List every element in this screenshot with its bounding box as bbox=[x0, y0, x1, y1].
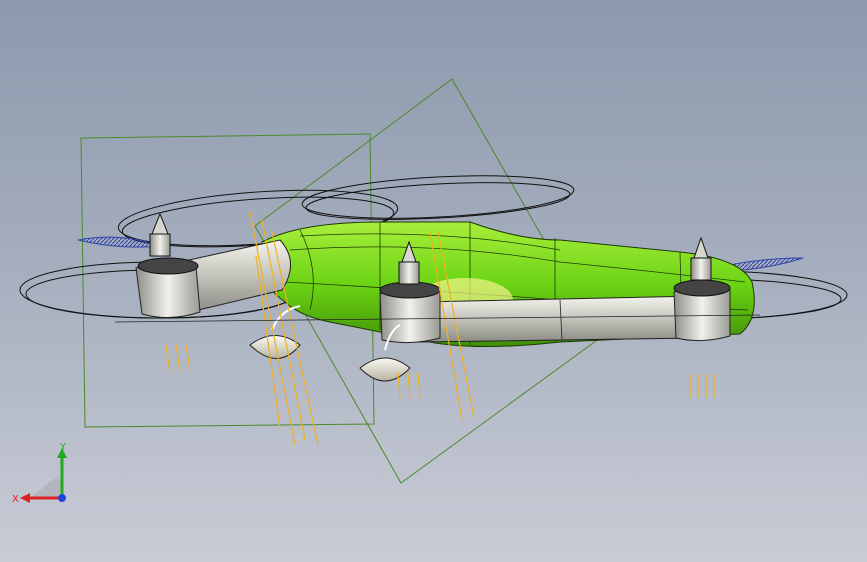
triad-plane-icon bbox=[30, 476, 62, 498]
motor-front-left[interactable] bbox=[135, 212, 201, 318]
x-axis-label: X bbox=[12, 494, 19, 505]
propeller-disc-rear-right bbox=[301, 175, 575, 220]
x-axis-arrowhead bbox=[20, 493, 30, 503]
drone-model-scene[interactable] bbox=[0, 0, 867, 562]
axis-triad[interactable]: Y X bbox=[10, 440, 80, 510]
z-axis-dot bbox=[58, 494, 66, 502]
landing-dome-left bbox=[249, 305, 301, 359]
arm-front-right[interactable] bbox=[419, 295, 707, 343]
3d-viewport[interactable]: Y X bbox=[0, 0, 867, 562]
y-axis-label: Y bbox=[59, 442, 67, 453]
